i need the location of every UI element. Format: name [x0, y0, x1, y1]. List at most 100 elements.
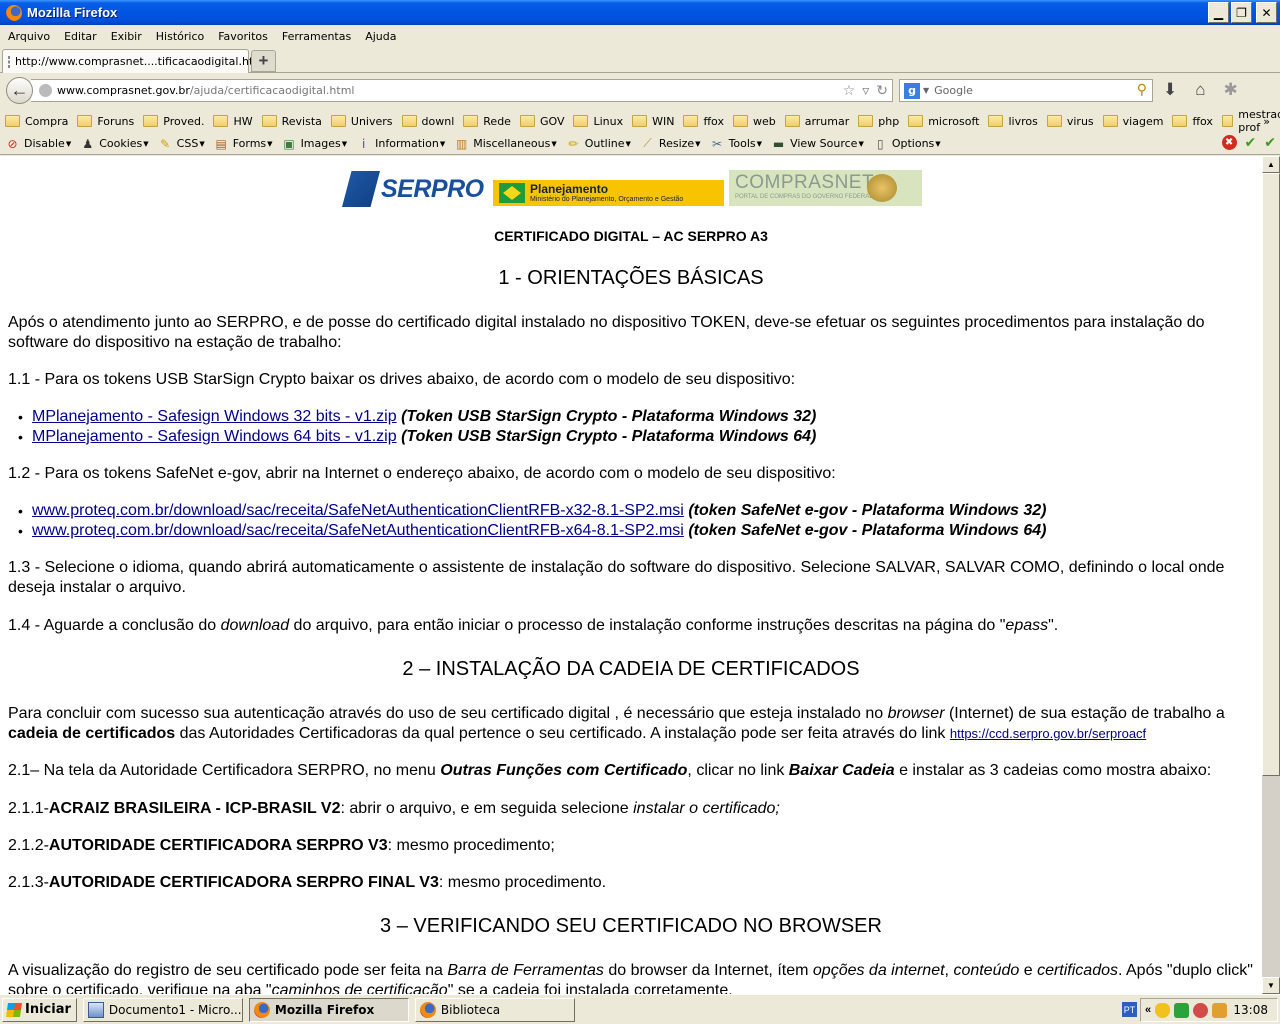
- paragraph-1-2: 1.2 - Para os tokens SafeNet e-gov, abri…: [8, 465, 836, 482]
- bookmark-folder[interactable]: livros: [988, 115, 1038, 128]
- search-bar[interactable]: g ▼ Google ⚲: [899, 79, 1153, 102]
- restore-button[interactable]: ❐: [1231, 2, 1252, 23]
- language-indicator[interactable]: PT: [1122, 1002, 1137, 1017]
- security-shield-icon[interactable]: [1155, 1002, 1171, 1018]
- history-dropdown-icon[interactable]: ▿: [862, 83, 869, 99]
- section1-heading: 1 - ORIENTAÇÕES BÁSICAS: [498, 267, 764, 289]
- taskbar-item-biblioteca[interactable]: Biblioteca: [414, 997, 575, 1022]
- bookmark-folder[interactable]: mestrado prof: [1221, 108, 1280, 134]
- menu-exibir[interactable]: Exibir: [104, 30, 149, 43]
- webdev-menu-tools[interactable]: ✂ Tools ▼: [710, 136, 762, 151]
- google-icon[interactable]: g: [904, 82, 920, 99]
- css-valid-check-icon[interactable]: ✔: [1245, 135, 1257, 151]
- webdev-menu-resize[interactable]: ⟋ Resize ▼: [640, 136, 700, 151]
- bookmark-folder[interactable]: GOV: [519, 115, 564, 128]
- js-valid-check-icon[interactable]: ✔: [1264, 135, 1276, 151]
- webdev-menu-css[interactable]: ✎ CSS ▼: [158, 136, 205, 151]
- bookmark-folder[interactable]: Rede: [463, 115, 511, 128]
- bookmark-folder[interactable]: virus: [1046, 115, 1094, 128]
- menu-favoritos[interactable]: Favoritos: [211, 30, 275, 43]
- bookmark-folder[interactable]: WIN: [632, 115, 674, 128]
- webdev-menu-options[interactable]: ▯ Options ▼: [873, 136, 941, 151]
- menu-ajuda[interactable]: Ajuda: [358, 30, 403, 43]
- webdev-menu-disable[interactable]: ⊘ Disable ▼: [5, 136, 71, 151]
- list-item: www.proteq.com.br/download/sac/receita/S…: [18, 521, 1046, 541]
- bookmark-folder[interactable]: web: [732, 115, 776, 128]
- images-icon: ▣: [283, 136, 295, 151]
- bookmark-folder[interactable]: HW: [213, 115, 253, 128]
- browser-tab[interactable]: http://www.comprasnet....tificacaodigita…: [2, 49, 267, 73]
- close-button[interactable]: ✕: [1256, 2, 1277, 23]
- section2-intro: Para concluir com sucesso sua autenticaç…: [8, 705, 1225, 742]
- bookmark-folder[interactable]: Foruns: [77, 115, 134, 128]
- scrollbar-thumb[interactable]: [1262, 173, 1280, 776]
- taskbar-item-firefox[interactable]: Mozilla Firefox: [248, 997, 409, 1022]
- bookmark-folder[interactable]: viagem: [1102, 115, 1163, 128]
- webdev-menu-view-source[interactable]: ▬ View Source ▼: [771, 136, 864, 151]
- webdev-menu-forms[interactable]: ▤ Forms ▼: [214, 136, 273, 151]
- bookmark-folder[interactable]: Compra: [5, 115, 68, 128]
- menu-editar[interactable]: Editar: [57, 30, 104, 43]
- back-button[interactable]: ←: [6, 77, 33, 104]
- paragraph-1-4: 1.4 - Aguarde a conclusão do download do…: [8, 617, 1059, 634]
- bookmark-folder[interactable]: arrumar: [784, 115, 849, 128]
- scrollbar-track[interactable]: [1262, 173, 1280, 977]
- scroll-up-button[interactable]: ▲: [1262, 156, 1280, 173]
- web-developer-toolbar: ⊘ Disable ▼ ♟ Cookies ▼ ✎ CSS ▼ ▤ Forms ▼ ▣ Images ▼ i I…: [0, 133, 1280, 155]
- minimize-button[interactable]: ▁: [1208, 2, 1229, 23]
- scroll-down-button[interactable]: ▼: [1262, 977, 1280, 994]
- home-icon[interactable]: ⌂: [1195, 80, 1205, 100]
- webdev-menu-cookies[interactable]: ♟ Cookies ▼: [80, 136, 148, 151]
- network-icon[interactable]: [1212, 1002, 1228, 1018]
- search-icon[interactable]: ⚲: [1137, 82, 1147, 98]
- safenet-x64-link[interactable]: www.proteq.com.br/download/sac/receita/S…: [32, 522, 684, 539]
- list-item: MPlanejamento - Safesign Windows 32 bits…: [18, 407, 816, 427]
- bookmark-folder[interactable]: ffox: [1172, 115, 1213, 128]
- safesign-64-link[interactable]: MPlanejamento - Safesign Windows 64 bits…: [32, 428, 397, 445]
- start-button[interactable]: Iniciar: [2, 997, 77, 1022]
- tray-expand-button[interactable]: «: [1145, 1004, 1151, 1016]
- folder-icon: [1102, 115, 1118, 127]
- webdev-menu-information[interactable]: i Information ▼: [356, 136, 445, 151]
- dropdown-caret-icon: ▼: [625, 139, 631, 148]
- windows-logo-icon: [6, 1002, 22, 1017]
- bookmark-folder[interactable]: Linux: [573, 115, 623, 128]
- menu-arquivo[interactable]: Arquivo: [0, 30, 57, 43]
- menu-ferramentas[interactable]: Ferramentas: [275, 30, 358, 43]
- folder-icon: [784, 115, 800, 127]
- serproacf-link[interactable]: https://ccd.serpro.gov.br/serproacf: [950, 726, 1146, 741]
- search-engine-dropdown-icon[interactable]: ▼: [923, 86, 929, 95]
- bookmarks-overflow-button[interactable]: »: [1263, 115, 1270, 128]
- bookmark-folder[interactable]: ffox: [683, 115, 724, 128]
- bookmark-folder[interactable]: microsoft: [908, 115, 979, 128]
- bookmark-folder[interactable]: php: [858, 115, 899, 128]
- addon-icon[interactable]: ✱: [1224, 80, 1238, 100]
- new-tab-button[interactable]: +: [251, 50, 276, 72]
- taskbar-item-word[interactable]: Documento1 - Micro...: [82, 997, 243, 1022]
- url-bar[interactable]: www.comprasnet.gov.br/ajuda/certificacao…: [31, 79, 893, 102]
- bookmark-folder[interactable]: Proved.: [143, 115, 204, 128]
- folder-icon: [261, 115, 277, 127]
- paragraph-1-1: 1.1 - Para os tokens USB StarSign Crypto…: [8, 371, 796, 388]
- bookmark-folder[interactable]: Univers: [330, 115, 393, 128]
- bookmark-folder[interactable]: Revista: [261, 115, 322, 128]
- vertical-scrollbar[interactable]: ▲ ▼: [1262, 156, 1280, 994]
- menu-historico[interactable]: Histórico: [149, 30, 211, 43]
- planejamento-logo: Planejamento Ministério do Planejamento,…: [493, 180, 724, 206]
- outline-icon: ✏: [568, 136, 579, 151]
- globe-icon: [39, 84, 52, 97]
- error-status-icon[interactable]: ✖: [1221, 135, 1237, 150]
- webdev-menu-images[interactable]: ▣ Images ▼: [282, 136, 347, 151]
- downloads-icon[interactable]: ⬇: [1163, 80, 1177, 100]
- webdev-menu-miscellaneous[interactable]: ▥ Miscellaneous ▼: [454, 136, 557, 151]
- navigation-bar: www.comprasnet.gov.br/ajuda/certificacao…: [0, 74, 1280, 107]
- reload-icon[interactable]: ↻: [876, 83, 888, 99]
- bookmark-star-icon[interactable]: ☆: [843, 83, 856, 99]
- safenet-x32-link[interactable]: www.proteq.com.br/download/sac/receita/S…: [32, 502, 684, 519]
- bookmark-folder[interactable]: downl: [401, 115, 454, 128]
- folder-icon: [573, 115, 589, 127]
- safely-remove-icon[interactable]: [1174, 1002, 1190, 1018]
- webdev-menu-outline[interactable]: ✏ Outline ▼: [566, 136, 631, 151]
- antivirus-icon[interactable]: [1193, 1002, 1209, 1018]
- safesign-32-link[interactable]: MPlanejamento - Safesign Windows 32 bits…: [32, 408, 397, 425]
